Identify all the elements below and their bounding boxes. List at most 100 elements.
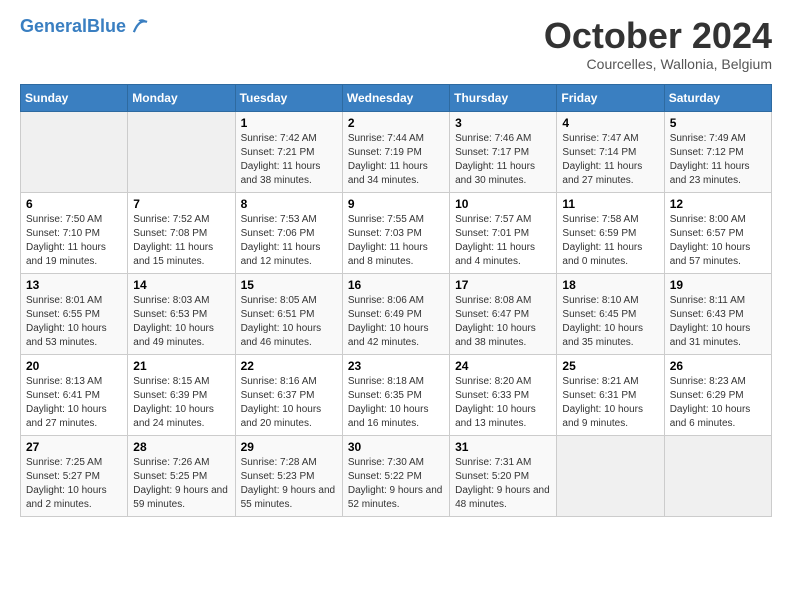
day-number: 6 [26, 197, 122, 211]
calendar-cell: 12 Sunrise: 8:00 AMSunset: 6:57 PMDayligh… [664, 192, 771, 273]
logo-text: GeneralBlue [20, 17, 126, 37]
week-row-0: 1 Sunrise: 7:42 AMSunset: 7:21 PMDaylight… [21, 111, 772, 192]
calendar-cell: 19 Sunrise: 8:11 AMSunset: 6:43 PMDayligh… [664, 273, 771, 354]
day-info: Sunrise: 7:44 AMSunset: 7:19 PMDaylight:… [348, 132, 444, 188]
day-number: 30 [348, 440, 444, 454]
day-info: Sunrise: 7:52 AMSunset: 7:08 PMDaylight:… [133, 213, 229, 269]
day-number: 12 [670, 197, 766, 211]
day-info: Sunrise: 8:05 AMSunset: 6:51 PMDaylight:… [241, 294, 337, 350]
day-number: 28 [133, 440, 229, 454]
page-header: GeneralBlue October 2024 Courcelles, Wal… [20, 16, 772, 72]
day-number: 16 [348, 278, 444, 292]
calendar-cell: 14Sunrise: 8:03 AMSunset: 6:53 PMDayligh… [128, 273, 235, 354]
day-number: 9 [348, 197, 444, 211]
day-info: Sunrise: 7:55 AMSunset: 7:03 PMDaylight:… [348, 213, 444, 269]
calendar-cell: 30 Sunrise: 7:30 AMSunset: 5:22 PMDayligh… [342, 435, 449, 516]
calendar-cell: 27 Sunrise: 7:25 AMSunset: 5:27 PMDayligh… [21, 435, 128, 516]
header-day-thursday: Thursday [450, 84, 557, 111]
calendar-cell: 24 Sunrise: 8:20 AMSunset: 6:33 PMDayligh… [450, 354, 557, 435]
calendar-cell: 29 Sunrise: 7:28 AMSunset: 5:23 PMDayligh… [235, 435, 342, 516]
day-info: Sunrise: 7:28 AMSunset: 5:23 PMDaylight:… [241, 456, 337, 512]
day-number: 13 [26, 278, 122, 292]
calendar-cell: 9 Sunrise: 7:55 AMSunset: 7:03 PMDaylight… [342, 192, 449, 273]
calendar-cell: 17Sunrise: 8:08 AMSunset: 6:47 PMDayligh… [450, 273, 557, 354]
calendar-cell [557, 435, 664, 516]
day-number: 3 [455, 116, 551, 130]
calendar-cell: 18 Sunrise: 8:10 AMSunset: 6:45 PMDayligh… [557, 273, 664, 354]
day-number: 18 [562, 278, 658, 292]
day-number: 5 [670, 116, 766, 130]
week-row-2: 13Sunrise: 8:01 AMSunset: 6:55 PMDayligh… [21, 273, 772, 354]
day-info: Sunrise: 8:06 AMSunset: 6:49 PMDaylight:… [348, 294, 444, 350]
calendar-table: SundayMondayTuesdayWednesdayThursdayFrid… [20, 84, 772, 517]
day-number: 10 [455, 197, 551, 211]
day-info: Sunrise: 7:42 AMSunset: 7:21 PMDaylight:… [241, 132, 337, 188]
day-number: 14 [133, 278, 229, 292]
day-info: Sunrise: 7:47 AMSunset: 7:14 PMDaylight:… [562, 132, 658, 188]
day-number: 2 [348, 116, 444, 130]
day-number: 27 [26, 440, 122, 454]
calendar-cell: 16 Sunrise: 8:06 AMSunset: 6:49 PMDayligh… [342, 273, 449, 354]
day-number: 4 [562, 116, 658, 130]
logo: GeneralBlue [20, 16, 150, 38]
day-number: 1 [241, 116, 337, 130]
day-number: 17 [455, 278, 551, 292]
calendar-cell: 7 Sunrise: 7:52 AMSunset: 7:08 PMDaylight… [128, 192, 235, 273]
calendar-cell: 10 Sunrise: 7:57 AMSunset: 7:01 PMDayligh… [450, 192, 557, 273]
day-number: 7 [133, 197, 229, 211]
day-number: 15 [241, 278, 337, 292]
header-day-friday: Friday [557, 84, 664, 111]
day-info: Sunrise: 7:58 AMSunset: 6:59 PMDaylight:… [562, 213, 658, 269]
title-block: October 2024 Courcelles, Wallonia, Belgi… [544, 16, 772, 72]
day-number: 23 [348, 359, 444, 373]
calendar-cell: 3 Sunrise: 7:46 AMSunset: 7:17 PMDaylight… [450, 111, 557, 192]
calendar-cell: 22Sunrise: 8:16 AMSunset: 6:37 PMDayligh… [235, 354, 342, 435]
day-info: Sunrise: 8:18 AMSunset: 6:35 PMDaylight:… [348, 375, 444, 431]
day-info: Sunrise: 8:21 AMSunset: 6:31 PMDaylight:… [562, 375, 658, 431]
week-row-1: 6 Sunrise: 7:50 AMSunset: 7:10 PMDaylight… [21, 192, 772, 273]
header-day-wednesday: Wednesday [342, 84, 449, 111]
day-info: Sunrise: 7:30 AMSunset: 5:22 PMDaylight:… [348, 456, 444, 512]
day-number: 19 [670, 278, 766, 292]
day-info: Sunrise: 8:15 AMSunset: 6:39 PMDaylight:… [133, 375, 229, 431]
calendar-cell: 20Sunrise: 8:13 AMSunset: 6:41 PMDayligh… [21, 354, 128, 435]
calendar-cell: 26Sunrise: 8:23 AMSunset: 6:29 PMDayligh… [664, 354, 771, 435]
calendar-cell: 1 Sunrise: 7:42 AMSunset: 7:21 PMDaylight… [235, 111, 342, 192]
day-info: Sunrise: 7:57 AMSunset: 7:01 PMDaylight:… [455, 213, 551, 269]
day-info: Sunrise: 7:50 AMSunset: 7:10 PMDaylight:… [26, 213, 122, 269]
calendar-cell [128, 111, 235, 192]
calendar-cell: 15 Sunrise: 8:05 AMSunset: 6:51 PMDayligh… [235, 273, 342, 354]
day-number: 31 [455, 440, 551, 454]
day-info: Sunrise: 8:13 AMSunset: 6:41 PMDaylight:… [26, 375, 122, 431]
calendar-cell [664, 435, 771, 516]
calendar-body: 1 Sunrise: 7:42 AMSunset: 7:21 PMDaylight… [21, 111, 772, 516]
day-number: 29 [241, 440, 337, 454]
calendar-cell: 8 Sunrise: 7:53 AMSunset: 7:06 PMDaylight… [235, 192, 342, 273]
header-day-sunday: Sunday [21, 84, 128, 111]
calendar-cell [21, 111, 128, 192]
day-info: Sunrise: 7:46 AMSunset: 7:17 PMDaylight:… [455, 132, 551, 188]
header-row: SundayMondayTuesdayWednesdayThursdayFrid… [21, 84, 772, 111]
calendar-cell: 4 Sunrise: 7:47 AMSunset: 7:14 PMDaylight… [557, 111, 664, 192]
day-info: Sunrise: 8:10 AMSunset: 6:45 PMDaylight:… [562, 294, 658, 350]
day-info: Sunrise: 7:49 AMSunset: 7:12 PMDaylight:… [670, 132, 766, 188]
calendar-cell: 2 Sunrise: 7:44 AMSunset: 7:19 PMDaylight… [342, 111, 449, 192]
calendar-cell: 11 Sunrise: 7:58 AMSunset: 6:59 PMDayligh… [557, 192, 664, 273]
day-info: Sunrise: 8:00 AMSunset: 6:57 PMDaylight:… [670, 213, 766, 269]
logo-icon [128, 16, 150, 38]
day-number: 24 [455, 359, 551, 373]
day-number: 25 [562, 359, 658, 373]
day-info: Sunrise: 8:11 AMSunset: 6:43 PMDaylight:… [670, 294, 766, 350]
header-day-monday: Monday [128, 84, 235, 111]
location: Courcelles, Wallonia, Belgium [544, 56, 772, 72]
calendar-cell: 13Sunrise: 8:01 AMSunset: 6:55 PMDayligh… [21, 273, 128, 354]
day-number: 8 [241, 197, 337, 211]
day-number: 11 [562, 197, 658, 211]
day-info: Sunrise: 8:20 AMSunset: 6:33 PMDaylight:… [455, 375, 551, 431]
month-title: October 2024 [544, 16, 772, 56]
header-day-saturday: Saturday [664, 84, 771, 111]
calendar-cell: 25 Sunrise: 8:21 AMSunset: 6:31 PMDayligh… [557, 354, 664, 435]
day-info: Sunrise: 7:53 AMSunset: 7:06 PMDaylight:… [241, 213, 337, 269]
week-row-3: 20Sunrise: 8:13 AMSunset: 6:41 PMDayligh… [21, 354, 772, 435]
day-info: Sunrise: 7:25 AMSunset: 5:27 PMDaylight:… [26, 456, 122, 512]
